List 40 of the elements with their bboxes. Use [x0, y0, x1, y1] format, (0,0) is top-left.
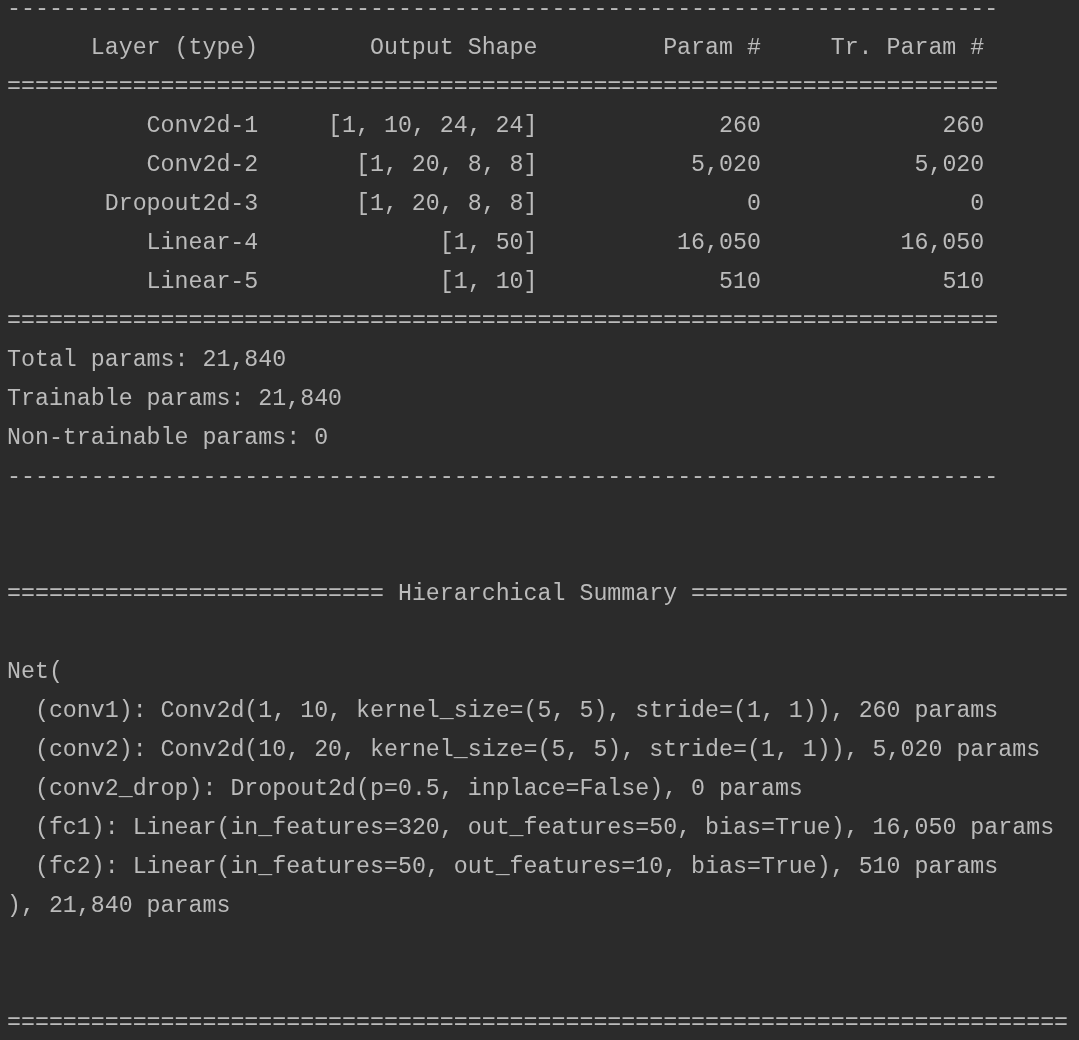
table-cell-text: Linear-4: [146, 229, 259, 258]
tree-line: (conv2_drop): Dropout2d(p=0.5, inplace=False), 0 params: [34, 775, 803, 804]
table-cell-text: [1, 20, 8, 8]: [356, 151, 538, 180]
table-cell-text: 260: [719, 112, 761, 141]
table-cell-text: Conv2d-1: [146, 112, 259, 141]
table-cell-text: 0: [970, 190, 985, 219]
tree-line: (conv2): Conv2d(10, 20, kernel_size=(5, 5), stride=(1, 1)), 5,020 params: [34, 736, 1041, 765]
table-cell-text: 5,020: [691, 151, 761, 180]
table-cell-text: 260: [942, 112, 985, 141]
table-cell-text: 5,020: [914, 151, 985, 180]
table-cell-text: Linear-5: [146, 268, 259, 297]
section-heading: =========================== Hierarchical Summary ===========================: [7, 580, 1069, 609]
total-line: Non-trainable params: 0: [7, 424, 329, 453]
table-cell-text: Conv2d-2: [146, 151, 259, 180]
total-line: Trainable params: 21,840: [7, 385, 343, 414]
table-cell-text: [1, 20, 8, 8]: [356, 190, 538, 219]
table-cell-text: 16,050: [900, 229, 985, 258]
tree-line: (fc2): Linear(in_features=50, out_features=10, bias=True), 510 params: [34, 853, 999, 882]
table-cell-text: [1, 10, 24, 24]: [328, 112, 538, 141]
tree-line: ), 21,840 params: [7, 892, 231, 921]
table-cell-text: 510: [942, 268, 985, 297]
tree-line: Net(: [7, 658, 63, 687]
double-rule: =======================================================================: [7, 307, 999, 336]
table-cell-text: Dropout2d-3: [104, 190, 259, 219]
dashed-rule: -----------------------------------------------------------------------: [7, 463, 999, 492]
total-line: Total params: 21,840: [7, 346, 287, 375]
column-header: Tr. Param #: [829, 34, 985, 63]
column-header: Output Shape: [368, 34, 538, 63]
table-cell-text: 0: [746, 190, 761, 219]
table-cell-text: 510: [719, 268, 761, 297]
table-cell-text: 16,050: [677, 229, 761, 258]
column-header: Param #: [662, 34, 761, 63]
double-rule: =======================================================================: [7, 73, 999, 102]
table-cell-text: [1, 50]: [439, 229, 538, 258]
double-rule: ============================================================================: [7, 1009, 1069, 1038]
tree-line: (fc1): Linear(in_features=320, out_features=50, bias=True), 16,050 params: [34, 814, 1055, 843]
column-header: Layer (type): [89, 34, 259, 63]
tree-line: (conv1): Conv2d(1, 10, kernel_size=(5, 5), stride=(1, 1)), 260 params: [34, 697, 999, 726]
table-cell-text: [1, 10]: [439, 268, 538, 297]
dashed-rule: -----------------------------------------------------------------------: [7, 0, 999, 24]
